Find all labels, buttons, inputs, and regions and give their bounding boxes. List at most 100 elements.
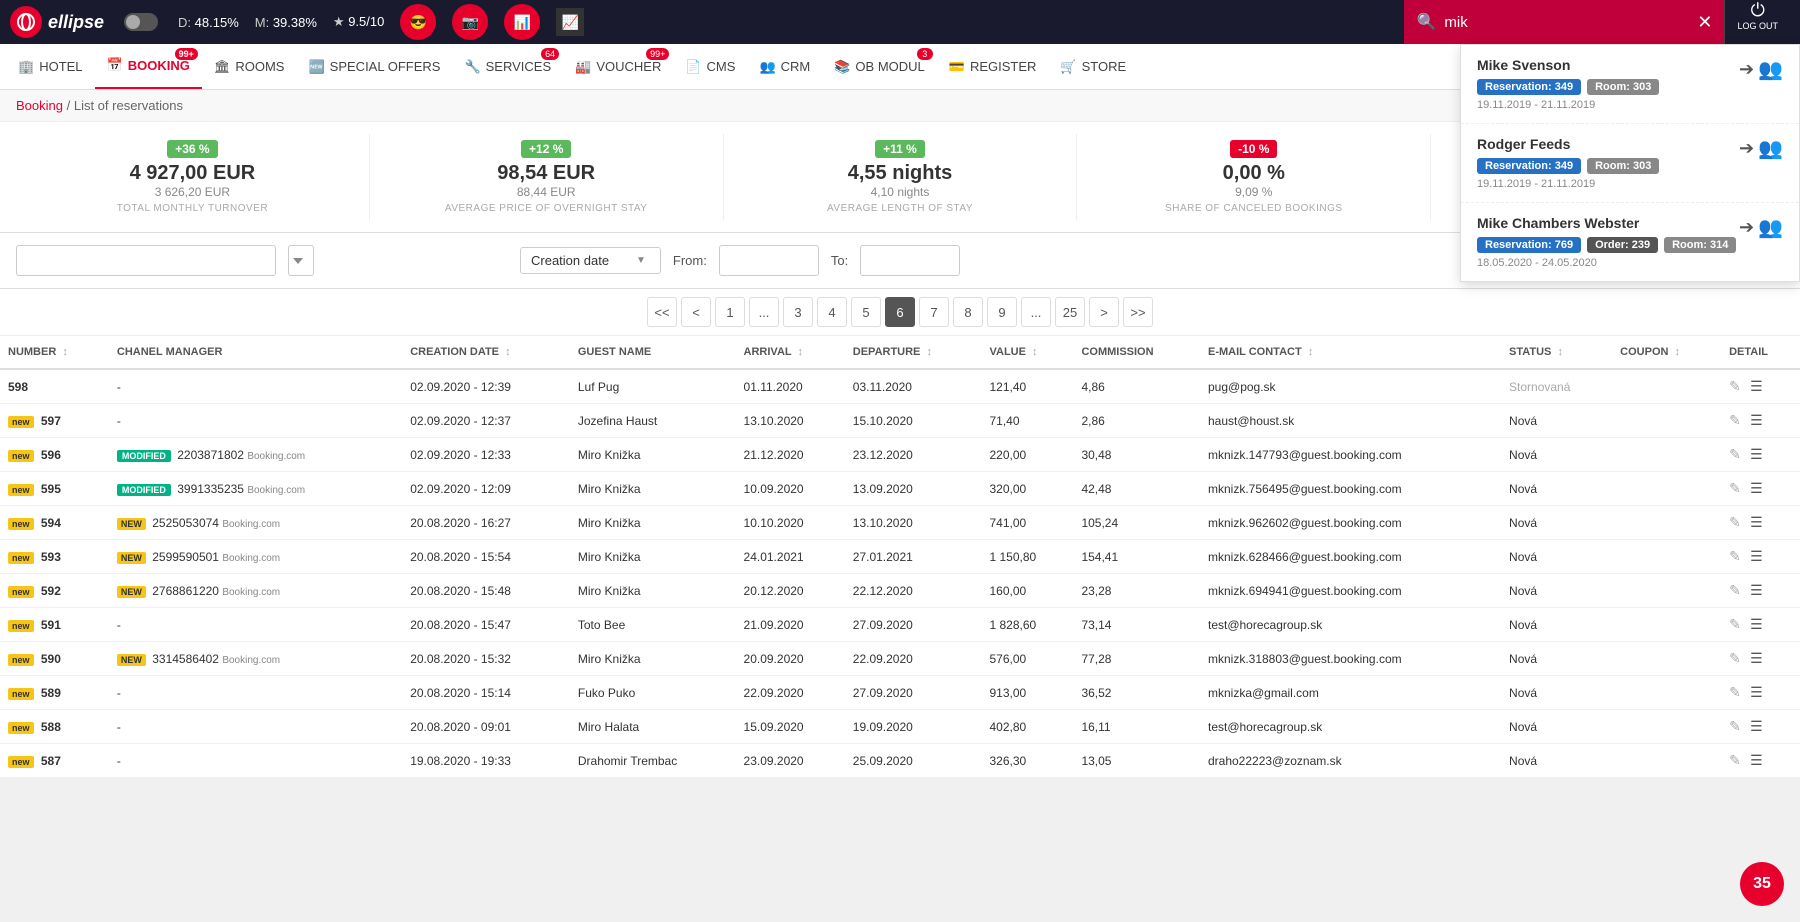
table-row: new 591 - 20.08.2020 - 15:47 Toto Bee 21… <box>0 608 1800 642</box>
edit-icon[interactable]: ✎ <box>1729 752 1741 768</box>
cell-detail[interactable]: ✎ ☰ <box>1721 710 1800 744</box>
cell-commission: 77,28 <box>1073 642 1200 676</box>
col-arrival[interactable]: ARRIVAL ↕ <box>736 336 845 369</box>
edit-icon[interactable]: ✎ <box>1729 412 1741 428</box>
page-3[interactable]: 3 <box>783 297 813 327</box>
search-filter-input[interactable] <box>16 245 276 276</box>
detail-icon[interactable]: ☰ <box>1750 684 1763 700</box>
navigate-arrow-2[interactable]: ➔👥 <box>1739 215 1783 240</box>
cell-detail[interactable]: ✎ ☰ <box>1721 472 1800 506</box>
page-7[interactable]: 7 <box>919 297 949 327</box>
alert-icon-2[interactable]: 📷 <box>452 4 488 40</box>
from-date-input[interactable] <box>719 245 819 276</box>
table-row: new 590 NEW 3314586402 Booking.com 20.08… <box>0 642 1800 676</box>
date-type-select[interactable]: Creation date Arrival Departure <box>531 253 628 268</box>
sidebar-item-services[interactable]: 🔧 SERVICES 64 <box>452 44 563 90</box>
search-input[interactable] <box>1444 14 1689 31</box>
sidebar-item-hotel[interactable]: 🏢 HOTEL <box>6 44 95 90</box>
theme-toggle[interactable] <box>124 13 158 31</box>
cell-detail[interactable]: ✎ ☰ <box>1721 574 1800 608</box>
detail-icon[interactable]: ☰ <box>1750 718 1763 734</box>
cell-detail[interactable]: ✎ ☰ <box>1721 608 1800 642</box>
cell-detail[interactable]: ✎ ☰ <box>1721 744 1800 778</box>
col-departure[interactable]: DEPARTURE ↕ <box>845 336 982 369</box>
page-6[interactable]: 6 <box>885 297 915 327</box>
cell-detail[interactable]: ✎ ☰ <box>1721 676 1800 710</box>
edit-icon[interactable]: ✎ <box>1729 684 1741 700</box>
cell-number: new 593 <box>0 540 109 574</box>
col-email[interactable]: E-MAIL CONTACT ↕ <box>1200 336 1501 369</box>
sidebar-item-crm[interactable]: 👥 CRM <box>747 44 822 90</box>
sidebar-item-cms[interactable]: 📄 CMS <box>673 44 747 90</box>
page-5[interactable]: 5 <box>851 297 881 327</box>
col-coupon[interactable]: COUPON ↕ <box>1612 336 1721 369</box>
cell-departure: 25.09.2020 <box>845 744 982 778</box>
cell-detail[interactable]: ✎ ☰ <box>1721 540 1800 574</box>
detail-icon[interactable]: ☰ <box>1750 446 1763 462</box>
sidebar-item-special-offers[interactable]: 🆕 SPECIAL OFFERS <box>296 44 452 90</box>
detail-icon[interactable]: ☰ <box>1750 480 1763 496</box>
search-result-0[interactable]: Mike Svenson Reservation: 349 Room: 303 … <box>1461 45 1799 124</box>
detail-icon[interactable]: ☰ <box>1750 582 1763 598</box>
page-9[interactable]: 9 <box>987 297 1017 327</box>
cell-email: haust@houst.sk <box>1200 404 1501 438</box>
edit-icon[interactable]: ✎ <box>1729 480 1741 496</box>
navigate-arrow-1[interactable]: ➔👥 <box>1739 136 1783 161</box>
cell-detail[interactable]: ✎ ☰ <box>1721 506 1800 540</box>
logout-button[interactable]: ⏻ LOG OUT <box>1724 0 1790 44</box>
navigate-arrow-0[interactable]: ➔👥 <box>1739 57 1783 82</box>
sidebar-item-store[interactable]: 🛒 STORE <box>1048 44 1138 90</box>
page-8[interactable]: 8 <box>953 297 983 327</box>
alert-icon-4[interactable]: 📈 <box>556 8 584 36</box>
col-value[interactable]: VALUE ↕ <box>981 336 1073 369</box>
sidebar-item-voucher[interactable]: 🏭 VOUCHER 99+ <box>563 44 673 90</box>
edit-icon[interactable]: ✎ <box>1729 548 1741 564</box>
edit-icon[interactable]: ✎ <box>1729 616 1741 632</box>
breadcrumb-parent[interactable]: Booking <box>16 98 63 113</box>
edit-icon[interactable]: ✎ <box>1729 718 1741 734</box>
edit-icon[interactable]: ✎ <box>1729 378 1741 394</box>
to-date-input[interactable] <box>860 245 960 276</box>
page-next[interactable]: > <box>1089 297 1119 327</box>
detail-icon[interactable]: ☰ <box>1750 650 1763 666</box>
cell-email: mknizk.694941@guest.booking.com <box>1200 574 1501 608</box>
detail-icon[interactable]: ☰ <box>1750 514 1763 530</box>
search-result-2[interactable]: Mike Chambers Webster Reservation: 769 O… <box>1461 203 1799 281</box>
cell-detail[interactable]: ✎ ☰ <box>1721 404 1800 438</box>
chevron-down-icon: ▼ <box>636 255 646 266</box>
col-number[interactable]: NUMBER ↕ <box>0 336 109 369</box>
float-count[interactable]: 35 <box>1740 862 1784 906</box>
page-1[interactable]: 1 <box>715 297 745 327</box>
edit-icon[interactable]: ✎ <box>1729 514 1741 530</box>
page-25[interactable]: 25 <box>1055 297 1085 327</box>
sidebar-item-booking[interactable]: 📅 BOOKING 99+ <box>95 44 202 90</box>
edit-icon[interactable]: ✎ <box>1729 650 1741 666</box>
cell-detail[interactable]: ✎ ☰ <box>1721 369 1800 404</box>
page-first[interactable]: << <box>647 297 677 327</box>
cell-detail[interactable]: ✎ ☰ <box>1721 642 1800 676</box>
cell-guest-name: Miro Knižka <box>570 642 736 676</box>
cell-number: new 590 <box>0 642 109 676</box>
sidebar-item-ob-modul[interactable]: 📚 OB MODUL 3 <box>822 44 937 90</box>
detail-icon[interactable]: ☰ <box>1750 752 1763 768</box>
alert-icon-3[interactable]: 📊 <box>504 4 540 40</box>
sidebar-item-rooms[interactable]: 🏛 ROOMS <box>202 44 297 90</box>
edit-icon[interactable]: ✎ <box>1729 582 1741 598</box>
search-result-1[interactable]: Rodger Feeds Reservation: 349 Room: 303 … <box>1461 124 1799 203</box>
detail-icon[interactable]: ☰ <box>1750 616 1763 632</box>
page-last[interactable]: >> <box>1123 297 1153 327</box>
detail-icon[interactable]: ☰ <box>1750 412 1763 428</box>
alert-icon-1[interactable]: 😎 <box>400 4 436 40</box>
close-icon[interactable]: ✕ <box>1697 12 1712 33</box>
detail-icon[interactable]: ☰ <box>1750 548 1763 564</box>
page-4[interactable]: 4 <box>817 297 847 327</box>
cell-detail[interactable]: ✎ ☰ <box>1721 438 1800 472</box>
edit-icon[interactable]: ✎ <box>1729 446 1741 462</box>
col-creation-date[interactable]: CREATION DATE ↕ <box>402 336 570 369</box>
new-badge: new <box>8 620 34 632</box>
detail-icon[interactable]: ☰ <box>1750 378 1763 394</box>
sidebar-item-register[interactable]: 💳 REGISTER <box>937 44 1049 90</box>
page-prev[interactable]: < <box>681 297 711 327</box>
channel-filter-select[interactable] <box>288 245 314 276</box>
col-status[interactable]: STATUS ↕ <box>1501 336 1612 369</box>
